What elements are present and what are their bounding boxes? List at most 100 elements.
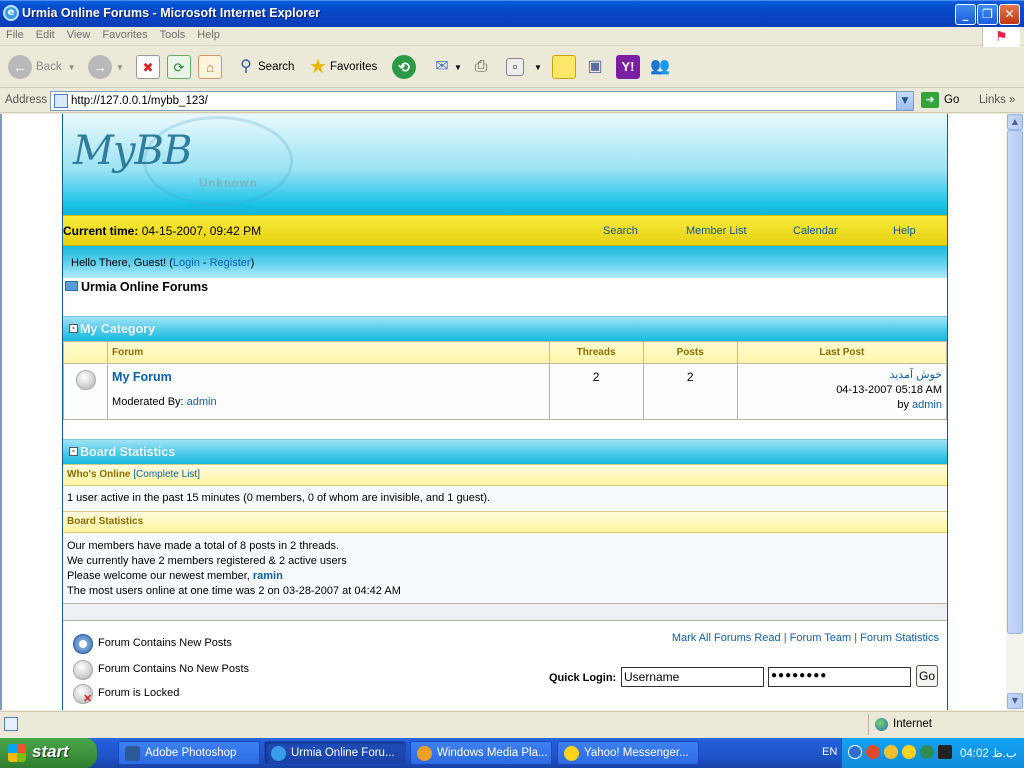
minimize-button[interactable]: _ — [955, 4, 976, 25]
vertical-scrollbar[interactable]: ▲ ▼ — [1006, 114, 1024, 710]
forum-team-link[interactable]: Forum Team — [790, 632, 852, 644]
note-icon — [552, 55, 576, 79]
current-time-label: Current time: — [63, 224, 139, 238]
go-button[interactable]: ➜ Go — [921, 92, 959, 108]
menu-tools[interactable]: Tools — [154, 27, 192, 43]
lock-x-icon: ✕ — [83, 693, 93, 705]
current-time-value: 04-15-2007, 09:42 PM — [141, 224, 262, 238]
search-icon: ⚲ — [240, 58, 252, 75]
maximize-button[interactable]: ❐ — [977, 4, 998, 25]
newest-member-link[interactable]: ramin — [253, 570, 283, 582]
yahoo-messenger-button[interactable]: Y! — [616, 52, 640, 82]
scroll-up-icon[interactable]: ▲ — [1007, 114, 1023, 130]
scroll-down-icon[interactable]: ▼ — [1007, 693, 1023, 709]
stats-line-posts: Our members have made a total of 8 posts… — [67, 540, 340, 552]
home-button[interactable]: ⌂ — [198, 52, 222, 82]
whos-online-label: Who's Online — [67, 469, 131, 480]
category-title: My Category — [80, 322, 156, 336]
legend-new-posts: Forum Contains New Posts — [73, 634, 232, 654]
forward-button[interactable]: → ▼ — [88, 52, 124, 82]
address-dropdown-icon[interactable]: ▼ — [896, 92, 913, 110]
research-button[interactable]: ▣ — [583, 52, 607, 82]
nav-member-list-link[interactable]: Member List — [686, 225, 747, 237]
tray-mail-icon[interactable] — [884, 745, 898, 759]
welcome-suffix: ) — [250, 257, 255, 269]
msn-messenger-button[interactable]: 👥 — [648, 52, 672, 82]
last-post-title-link[interactable]: خوش آمدید — [889, 369, 942, 381]
collapse-icon[interactable]: - — [69, 324, 78, 333]
forum-status-cell — [62, 363, 109, 420]
new-posts-icon — [73, 634, 93, 654]
tray-yahoo-icon[interactable] — [902, 745, 916, 759]
footer-links: Mark All Forums Read | Forum Team | Foru… — [672, 632, 939, 644]
menu-favorites[interactable]: Favorites — [96, 27, 153, 43]
favorites-button[interactable]: ★ Favorites — [306, 52, 377, 82]
tray-msn-icon[interactable] — [920, 745, 934, 759]
menu-edit[interactable]: Edit — [30, 27, 61, 43]
clock[interactable]: 04:02 ب.ظ — [960, 746, 1017, 760]
task-photoshop[interactable]: Adobe Photoshop — [118, 741, 260, 765]
menu-file[interactable]: File — [0, 27, 30, 43]
complete-list-link[interactable]: [Complete List] — [133, 469, 200, 480]
task-ie-label: Urmia Online Foru... — [291, 747, 395, 759]
address-input[interactable]: http://127.0.0.1/mybb_123/ ▼ — [50, 91, 914, 111]
tray-app-icon[interactable] — [938, 745, 952, 759]
print-icon: ⎙ — [474, 58, 488, 75]
stop-button[interactable]: ✖ — [136, 52, 160, 82]
title-bar[interactable]: e Urmia Online Forums - Microsoft Intern… — [0, 0, 1024, 27]
login-link[interactable]: Login — [173, 257, 200, 269]
close-button[interactable]: ✕ — [999, 4, 1020, 25]
home-icon: ⌂ — [198, 55, 222, 79]
mybb-logo[interactable]: MyBB — [73, 128, 192, 174]
moderator-link[interactable]: admin — [187, 396, 217, 408]
task-media-player-label: Windows Media Pla... — [437, 747, 548, 759]
legend-no-new-posts-label: Forum Contains No New Posts — [98, 663, 249, 675]
stats-footer — [63, 603, 947, 620]
quick-login-username[interactable]: Username — [621, 667, 764, 687]
language-indicator[interactable]: EN — [822, 746, 837, 758]
forum-statistics-link[interactable]: Forum Statistics — [860, 632, 939, 644]
research-icon: ▣ — [587, 58, 603, 75]
discuss-button[interactable] — [552, 52, 576, 82]
menu-view[interactable]: View — [61, 27, 97, 43]
tray-expand-icon[interactable] — [848, 745, 862, 759]
back-button[interactable]: ← Back ▼ — [8, 52, 76, 82]
start-button[interactable]: start — [0, 738, 97, 768]
stats-title: Board Statistics — [80, 445, 176, 459]
links-button[interactable]: Links » — [979, 94, 1015, 106]
search-button[interactable]: ⚲ Search — [234, 52, 294, 82]
page-icon — [54, 94, 68, 108]
print-button[interactable]: ⎙ — [469, 52, 493, 82]
mail-button[interactable]: ✉ ▼ — [430, 52, 462, 82]
board-stats-header: Board Statistics — [63, 511, 947, 533]
nav-calendar-link[interactable]: Calendar — [793, 225, 838, 237]
history-button[interactable]: ⟲ — [392, 52, 420, 82]
legend-no-new-posts: Forum Contains No New Posts — [73, 660, 249, 680]
quick-login-password[interactable]: ●●●●●●●● — [768, 667, 911, 687]
forum-link[interactable]: My Forum — [112, 370, 172, 384]
yahoo-icon: Y! — [616, 55, 640, 79]
folder-icon — [65, 281, 78, 291]
tray-network-icon[interactable] — [866, 745, 880, 759]
welcome-bar: Hello There, Guest! (Login - Register) — [63, 246, 947, 278]
task-yahoo-messenger[interactable]: Yahoo! Messenger... — [557, 741, 699, 765]
edit-button[interactable]: ▫ ▼ — [506, 52, 542, 82]
scroll-thumb[interactable] — [1007, 130, 1023, 634]
menu-help[interactable]: Help — [191, 27, 226, 43]
logo-tagline: Unknown — [199, 178, 258, 190]
web-content: MyBB Unknown Current time: 04-15-2007, 0… — [0, 114, 1006, 710]
nav-search-link[interactable]: Search — [603, 225, 638, 237]
mark-all-read-link[interactable]: Mark All Forums Read — [672, 632, 781, 644]
task-media-player[interactable]: Windows Media Pla... — [410, 741, 552, 765]
current-time: Current time: 04-15-2007, 09:42 PM — [63, 224, 261, 238]
collapse-icon[interactable]: - — [69, 447, 78, 456]
quick-login-go-button[interactable]: Go — [916, 665, 938, 687]
register-link[interactable]: Register — [210, 257, 251, 269]
zone-label: Internet — [893, 718, 932, 730]
welcome-text: Hello There, Guest! (Login - Register) — [71, 257, 254, 269]
breadcrumb-title: Urmia Online Forums — [81, 280, 209, 294]
nav-help-link[interactable]: Help — [893, 225, 916, 237]
task-ie[interactable]: Urmia Online Foru... — [264, 741, 406, 765]
refresh-button[interactable]: ⟳ — [167, 52, 191, 82]
last-post-author-link[interactable]: admin — [912, 399, 942, 411]
